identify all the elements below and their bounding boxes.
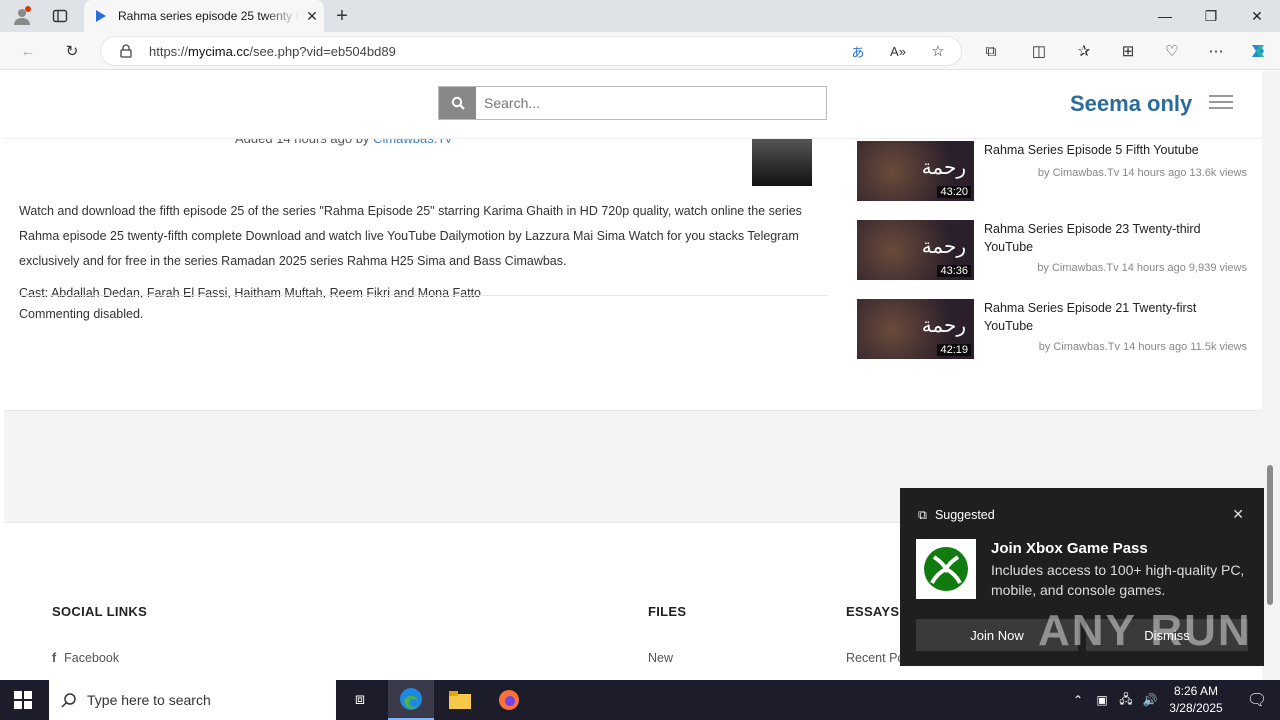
profile-icon[interactable] — [10, 4, 34, 28]
search-button[interactable] — [439, 87, 476, 119]
video-title[interactable]: Rahma Series Episode 21 Twenty-first You… — [984, 299, 1244, 335]
clock-date: 3/28/2025 — [1169, 701, 1223, 715]
video-meta: by Cimawbas.Tv 14 hours ago 11.5k views — [1038, 341, 1247, 353]
collections-icon[interactable]: ⊞ — [1114, 37, 1142, 65]
files-heading: FILES — [648, 604, 687, 619]
favorite-star-icon[interactable]: ☆ — [924, 37, 952, 65]
taskbar-search[interactable]: Type here to search — [49, 680, 336, 720]
related-video[interactable]: رحمة 43:36 Rahma Series Episode 23 Twenty… — [857, 220, 1257, 280]
minimize-icon[interactable]: — — [1142, 0, 1188, 32]
pin-icon: ⧉ — [918, 508, 927, 522]
address-bar[interactable]: https://mycima.cc/see.php?vid=eb504bd89 — [100, 36, 962, 66]
related-video[interactable]: رحمة 43:20 Rahma Series Episode 5 Fifth Y… — [857, 141, 1257, 201]
video-duration: 42:19 — [937, 344, 971, 356]
translate-icon[interactable]: あ — [844, 37, 872, 65]
toast-body: Includes access to 100+ high-quality PC,… — [991, 562, 1245, 598]
toast-label: ⧉ Suggested — [918, 508, 995, 523]
xbox-logo-icon — [916, 539, 976, 599]
thumb-title: رحمة — [921, 313, 966, 337]
files-new-link[interactable]: New — [648, 651, 673, 665]
close-window-icon[interactable]: ✕ — [1234, 0, 1280, 32]
thumb-title: رحمة — [921, 155, 966, 179]
cast-line: Cast: Abdallah Dedan, Farah El Fassi, Ha… — [19, 286, 482, 298]
file-explorer-icon[interactable] — [437, 680, 483, 720]
notifications-icon[interactable]: 🗨 — [1234, 680, 1280, 720]
network-icon[interactable]: 🖧 — [1114, 680, 1138, 720]
close-tab-icon[interactable]: ✕ — [300, 8, 324, 25]
search-input[interactable] — [476, 87, 826, 119]
refresh-icon[interactable]: ↻ — [58, 37, 86, 65]
url-path: /see.php?vid=eb504bd89 — [249, 43, 396, 59]
site-header: Seema only — [4, 71, 1262, 139]
toast-label-text: Suggested — [934, 508, 995, 522]
url-domain: mycima.cc — [188, 43, 250, 59]
social-links-heading: SOCIAL LINKS — [52, 604, 148, 619]
edge-taskbar-icon[interactable] — [388, 680, 434, 720]
uploader-thumbnail[interactable] — [752, 139, 812, 186]
facebook-icon: f — [52, 651, 57, 665]
browser-tab[interactable]: Rahma series episode 25 twenty f ✕ — [84, 0, 324, 32]
video-thumbnail[interactable]: رحمة 43:36 — [857, 220, 974, 280]
search-box — [438, 86, 827, 120]
page-scrollbar[interactable] — [1262, 71, 1280, 680]
video-duration: 43:36 — [937, 265, 971, 277]
video-description: Watch and download the fifth episode 25 … — [19, 204, 802, 268]
volume-icon[interactable]: 🔊 — [1138, 680, 1162, 720]
facebook-label: Facebook — [64, 651, 120, 665]
tab-title: Rahma series episode 25 twenty f — [118, 9, 299, 23]
search-icon — [451, 96, 465, 110]
lock-icon[interactable] — [112, 37, 140, 65]
windows-start-icon[interactable] — [0, 680, 46, 720]
firefox-icon[interactable] — [486, 680, 532, 720]
split-screen-icon[interactable]: ◫ — [1025, 37, 1053, 65]
new-tab-icon[interactable]: + — [330, 4, 354, 28]
divider — [19, 295, 827, 296]
tray-device-icon[interactable]: ▣ — [1090, 680, 1114, 720]
url-prefix: https:// — [149, 43, 189, 59]
taskbar-clock[interactable]: 8:26 AM 3/28/2025 — [1166, 683, 1226, 717]
site-logo[interactable]: Seema only — [1070, 91, 1192, 117]
essays-recent-link[interactable]: Recent Po — [846, 651, 904, 665]
video-title[interactable]: Rahma Series Episode 23 Twenty-third You… — [984, 220, 1244, 256]
video-duration: 43:20 — [937, 186, 971, 198]
search-icon — [61, 693, 76, 708]
read-aloud-icon[interactable]: A» — [884, 37, 912, 65]
favorites-icon[interactable]: ✰ — [1070, 37, 1098, 65]
taskbar-search-placeholder: Type here to search — [87, 692, 211, 708]
facebook-link[interactable]: f Facebook — [52, 651, 119, 665]
related-video[interactable]: رحمة 42:19 Rahma Series Episode 21 Twenty… — [857, 299, 1257, 359]
video-thumbnail[interactable]: رحمة 43:20 — [857, 141, 974, 201]
anyrun-watermark: ANY RUN — [1038, 606, 1252, 655]
comments-status: Commenting disabled. — [19, 307, 144, 321]
video-title[interactable]: Rahma Series Episode 5 Fifth Youtube — [984, 141, 1244, 159]
copilot-icon[interactable] — [1244, 37, 1272, 65]
restore-icon[interactable]: ❐ — [1188, 0, 1234, 32]
thumb-title: رحمة — [921, 234, 966, 258]
extensions-icon[interactable]: ⧉ — [977, 37, 1005, 65]
video-thumbnail[interactable]: رحمة 42:19 — [857, 299, 974, 359]
scrollbar-thumb[interactable] — [1267, 465, 1273, 605]
back-icon[interactable]: ← — [14, 37, 42, 65]
more-icon[interactable]: ⋯ — [1202, 37, 1230, 65]
video-meta: by Cimawbas.Tv 14 hours ago 13.6k views — [1037, 167, 1247, 179]
toast-close-icon[interactable]: ✕ — [1232, 506, 1244, 523]
clock-time: 8:26 AM — [1173, 684, 1219, 698]
toast-title: Join Xbox Game Pass — [991, 540, 1148, 557]
hamburger-menu-icon[interactable] — [1209, 95, 1233, 109]
essays-heading: ESSAYS — [846, 604, 900, 619]
play-icon — [96, 10, 106, 22]
video-meta: by Cimawbas.Tv 14 hours ago 9,939 views — [1037, 262, 1247, 274]
task-view-icon[interactable]: ⧈ — [337, 680, 383, 720]
browser-essentials-icon[interactable]: ♡ — [1158, 37, 1186, 65]
tab-actions-icon[interactable] — [48, 4, 72, 28]
